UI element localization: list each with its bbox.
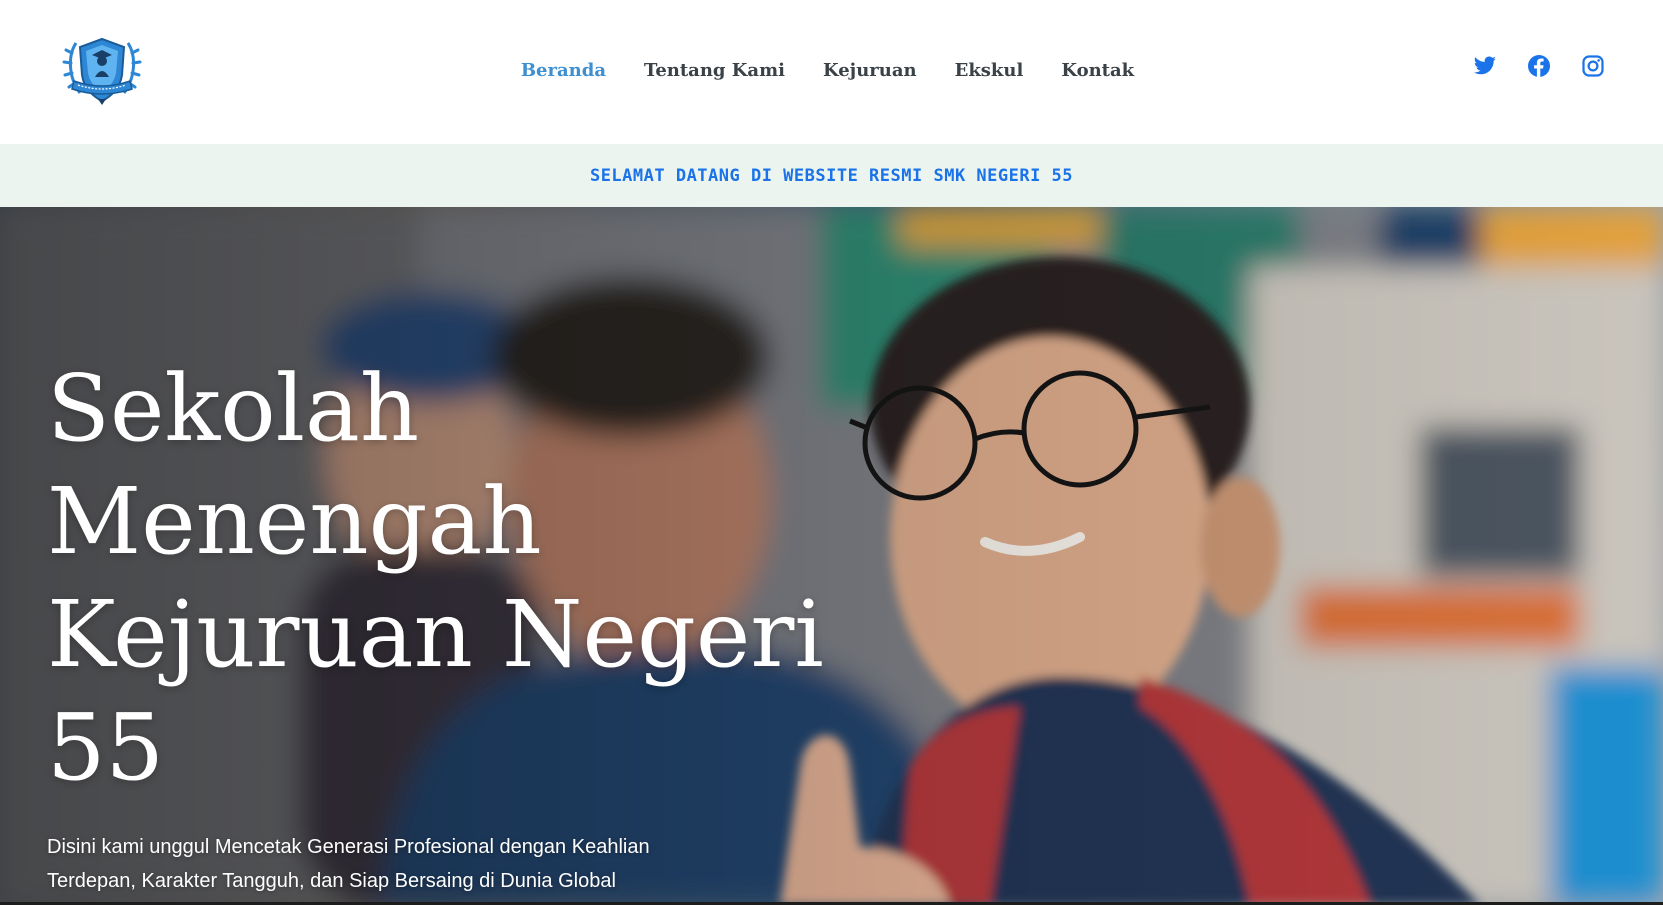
main-nav: Beranda Tentang Kami Kejuruan Ekskul Kon… — [0, 56, 1663, 86]
hero-title-line: Menengah — [47, 468, 542, 575]
announcement-text: SELAMAT DATANG DI WEBSITE RESMI SMK NEGE… — [589, 165, 1074, 186]
hero-section: Sekolah Menengah Kejuruan Negeri 55 Disi… — [0, 207, 1663, 905]
facebook-icon[interactable] — [1527, 54, 1551, 78]
hero-subtitle-line: Terdepan, Karakter Tangguh, dan Siap Ber… — [47, 870, 616, 892]
hero-subtitle-line: Disini kami unggul Mencetak Generasi Pro… — [47, 836, 650, 858]
nav-item-beranda[interactable]: Beranda — [521, 56, 606, 86]
instagram-icon[interactable] — [1581, 54, 1605, 78]
twitter-icon[interactable] — [1473, 54, 1497, 78]
hero-subtitle: Disini kami unggul Mencetak Generasi Pro… — [47, 830, 687, 898]
nav-item-kontak[interactable]: Kontak — [1061, 56, 1134, 86]
hero-title-line: Kejuruan Negeri — [47, 581, 824, 688]
hero-title-line: Sekolah — [47, 355, 420, 462]
nav-item-kejuruan[interactable]: Kejuruan — [823, 56, 917, 86]
nav-item-ekskul[interactable]: Ekskul — [955, 56, 1024, 86]
site-header: Beranda Tentang Kami Kejuruan Ekskul Kon… — [0, 0, 1663, 144]
hero-title: Sekolah Menengah Kejuruan Negeri 55 — [47, 352, 847, 804]
hero-title-line: 55 — [47, 694, 165, 801]
announcement-bar: SELAMAT DATANG DI WEBSITE RESMI SMK NEGE… — [0, 144, 1663, 207]
nav-item-tentang-kami[interactable]: Tentang Kami — [644, 56, 785, 86]
social-links — [1473, 54, 1605, 78]
